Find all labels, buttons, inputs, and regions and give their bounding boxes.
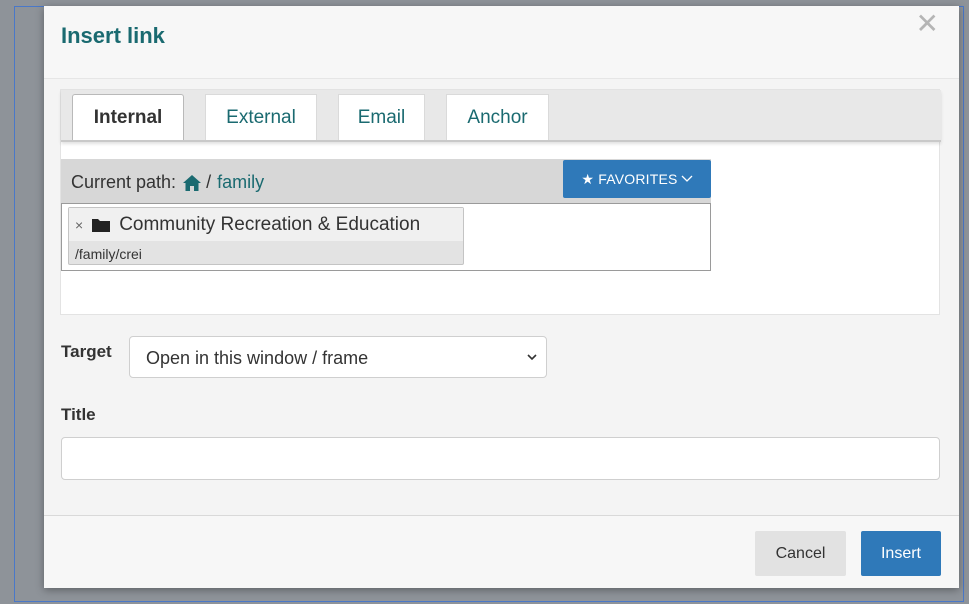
favorites-label: ★ FAVORITES xyxy=(581,170,678,187)
chevron-down-icon xyxy=(681,175,693,182)
selected-item[interactable]: × Community Recreation & Education /fami… xyxy=(68,207,464,265)
link-type-panel: Internal External Email Anchor Current p… xyxy=(60,89,941,315)
dialog-header: Insert link ✕ xyxy=(44,6,959,79)
tab-internal[interactable]: Internal xyxy=(72,94,184,140)
current-path-label: Current path: xyxy=(71,172,177,192)
dialog-title: Insert link xyxy=(61,23,165,48)
selected-item-path: /family/crei xyxy=(75,246,142,262)
selected-items-box: × Community Recreation & Education /fami… xyxy=(61,203,711,271)
remove-item-icon[interactable]: × xyxy=(75,217,83,233)
close-icon[interactable]: ✕ xyxy=(916,10,939,38)
target-selected-value: Open in this window / frame xyxy=(146,348,369,368)
title-input[interactable] xyxy=(61,437,940,480)
tab-email[interactable]: Email xyxy=(338,94,425,140)
home-icon[interactable] xyxy=(182,174,202,192)
target-select[interactable]: Open in this window / frame xyxy=(129,336,547,378)
path-separator: / xyxy=(206,172,212,192)
selected-item-name: Community Recreation & Education xyxy=(119,213,421,235)
folder-icon xyxy=(92,218,111,232)
insert-link-dialog: Insert link ✕ Internal External Email An… xyxy=(44,6,959,588)
dialog-body: Internal External Email Anchor Current p… xyxy=(44,79,959,515)
target-label: Target xyxy=(61,342,112,361)
chevron-down-icon xyxy=(527,354,537,361)
link-type-tabs: Internal External Email Anchor xyxy=(61,90,941,142)
current-path: Current path: / family xyxy=(71,172,264,193)
title-label: Title xyxy=(61,405,96,424)
cancel-button[interactable]: Cancel xyxy=(755,531,846,576)
selected-item-header: × Community Recreation & Education xyxy=(69,208,463,241)
dialog-footer: Cancel Insert xyxy=(44,515,959,588)
tab-anchor[interactable]: Anchor xyxy=(446,94,549,140)
tab-external[interactable]: External xyxy=(205,94,317,140)
insert-button[interactable]: Insert xyxy=(861,531,941,576)
path-segment-family[interactable]: family xyxy=(217,172,264,193)
favorites-button[interactable]: ★ FAVORITES xyxy=(563,160,711,198)
